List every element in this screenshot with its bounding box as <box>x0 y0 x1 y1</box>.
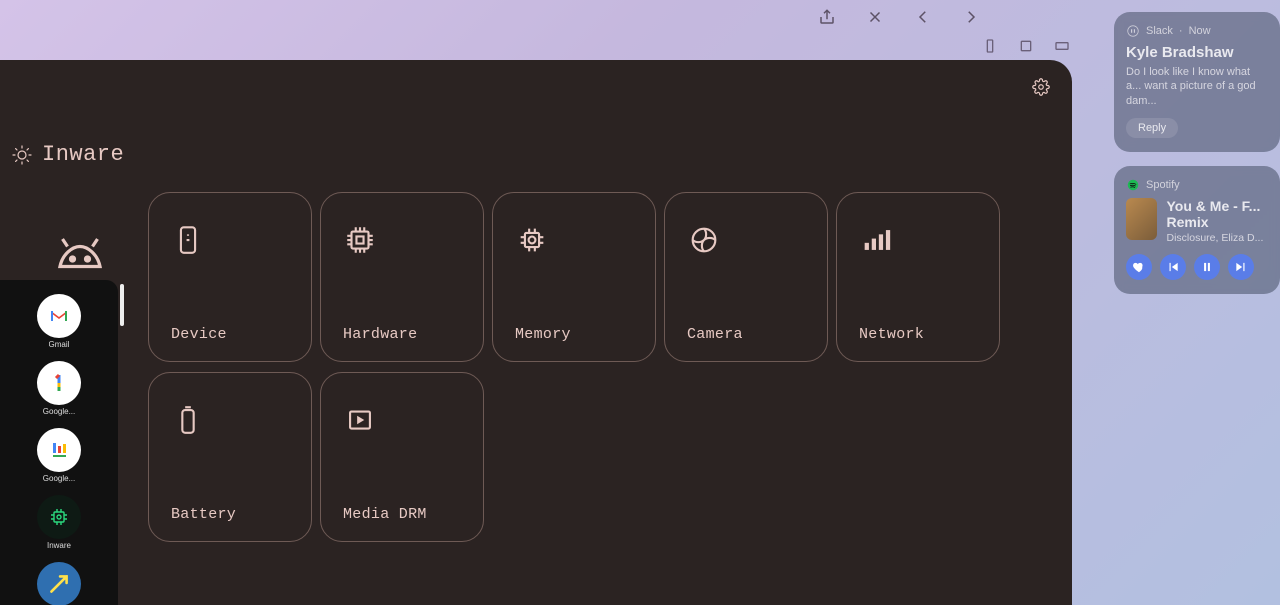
tile-media-drm[interactable]: Media DRM <box>320 372 484 542</box>
next-button[interactable] <box>1228 254 1254 280</box>
sun-icon <box>10 143 34 167</box>
google-icon <box>37 428 81 472</box>
slack-icon <box>1126 24 1140 38</box>
dock-item-inware[interactable]: Inware <box>33 495 85 550</box>
launcher-icon <box>37 562 81 605</box>
reply-button[interactable]: Reply <box>1126 118 1178 138</box>
notifications-panel: Slack · Now Kyle Bradshaw Do I look like… <box>1114 12 1280 294</box>
notification-title: Kyle Bradshaw <box>1126 44 1268 61</box>
notification-spotify[interactable]: Spotify You & Me - F... Remix Disclosure… <box>1114 166 1280 294</box>
prev-button[interactable] <box>1160 254 1186 280</box>
tile-memory[interactable]: Memory <box>492 192 656 362</box>
media-controls <box>1126 254 1268 280</box>
dock-item-google-one[interactable]: Google... <box>33 361 85 416</box>
notification-app-name: Slack <box>1146 25 1173 37</box>
square-mode-icon[interactable] <box>1018 38 1034 59</box>
landscape-mode-icon[interactable] <box>1054 38 1070 59</box>
tile-label: Battery <box>171 506 289 523</box>
album-cover <box>1126 198 1157 240</box>
camera-icon <box>687 223 721 257</box>
tile-battery[interactable]: Battery <box>148 372 312 542</box>
dock-label: Inware <box>47 541 71 550</box>
dock-item-launcher[interactable]: Launch... <box>33 562 85 605</box>
app-title: Inware <box>10 142 124 167</box>
app-dock: Gmail Google... Google... Inware Launch.… <box>0 280 118 605</box>
inware-icon <box>37 495 81 539</box>
app-title-text: Inware <box>42 142 124 167</box>
spotify-icon <box>1126 178 1140 192</box>
notification-slack[interactable]: Slack · Now Kyle Bradshaw Do I look like… <box>1114 12 1280 152</box>
tile-camera[interactable]: Camera <box>664 192 828 362</box>
share-icon[interactable] <box>818 8 836 31</box>
notification-header: Slack · Now <box>1126 24 1268 38</box>
tile-label: Memory <box>515 326 633 343</box>
dock-item-gmail[interactable]: Gmail <box>33 294 85 349</box>
dock-label: Google... <box>43 474 75 483</box>
network-icon <box>859 223 893 257</box>
tile-label: Hardware <box>343 326 461 343</box>
dock-item-google[interactable]: Google... <box>33 428 85 483</box>
gmail-icon <box>37 294 81 338</box>
notification-time: Now <box>1189 25 1211 37</box>
dock-scroll-indicator[interactable] <box>120 284 124 326</box>
phone-mode-icon[interactable] <box>982 38 998 59</box>
like-button[interactable] <box>1126 254 1152 280</box>
notification-app-name: Spotify <box>1146 179 1180 191</box>
tile-label: Camera <box>687 326 805 343</box>
android-icon <box>50 224 110 284</box>
dock-label: Gmail <box>49 340 70 349</box>
dock-label: Google... <box>43 407 75 416</box>
battery-icon <box>171 403 205 437</box>
track-title: You & Me - F... Remix <box>1167 198 1269 230</box>
track-artist: Disclosure, Eliza D... <box>1167 232 1269 244</box>
device-icon <box>171 223 205 257</box>
chevron-right-icon[interactable] <box>962 8 980 31</box>
gear-icon[interactable] <box>1032 78 1050 96</box>
media-drm-icon <box>343 403 377 437</box>
hardware-icon <box>343 223 377 257</box>
inware-window: Inware Device Hardware Memory <box>0 60 1072 605</box>
chevron-left-icon[interactable] <box>914 8 932 31</box>
tile-label: Device <box>171 326 289 343</box>
category-grid: Device Hardware Memory Camera Network <box>148 192 1000 542</box>
notification-header: Spotify <box>1126 178 1268 192</box>
tile-label: Network <box>859 326 977 343</box>
tile-hardware[interactable]: Hardware <box>320 192 484 362</box>
tile-label: Media DRM <box>343 506 461 523</box>
notification-body: Do I look like I know what a... want a p… <box>1126 65 1268 108</box>
close-icon[interactable] <box>866 8 884 31</box>
google-one-icon <box>37 361 81 405</box>
pause-button[interactable] <box>1194 254 1220 280</box>
tile-device[interactable]: Device <box>148 192 312 362</box>
window-mode-controls <box>982 38 1070 59</box>
tile-network[interactable]: Network <box>836 192 1000 362</box>
memory-icon <box>515 223 549 257</box>
window-controls <box>818 8 980 31</box>
